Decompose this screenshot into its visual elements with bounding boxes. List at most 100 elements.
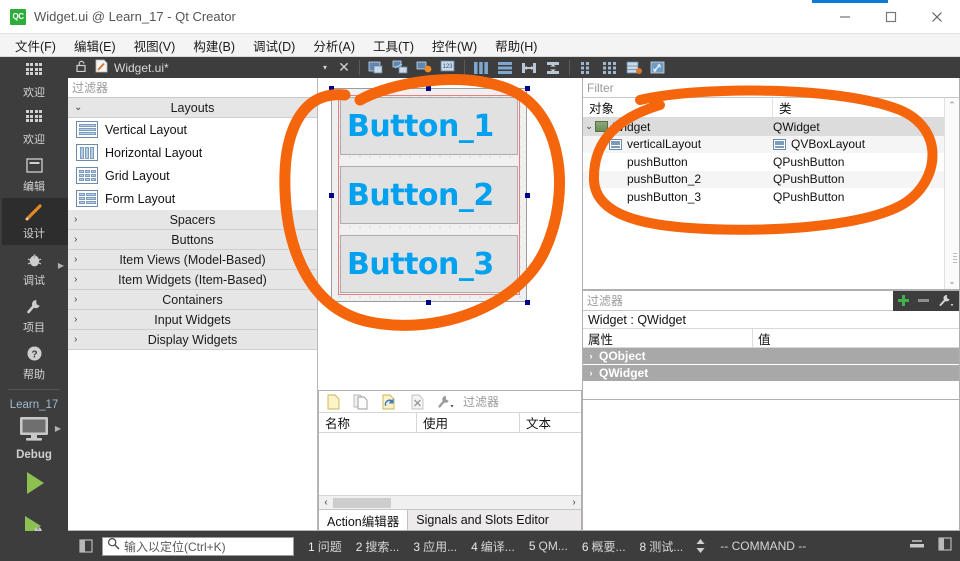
object-row-vertical-layout[interactable]: ⌄ verticalLayout QVBoxLayout <box>583 135 959 153</box>
layout-vertically-tool[interactable] <box>493 57 517 78</box>
close-document-button[interactable]: ✕ <box>333 59 355 76</box>
scroll-grip[interactable] <box>953 253 957 265</box>
configure-icon[interactable] <box>431 391 459 413</box>
edit-tab-order-tool[interactable]: 123 <box>436 57 460 78</box>
adjust-size-tool[interactable] <box>646 57 670 78</box>
mode-welcome-1[interactable]: 欢迎 <box>0 57 68 104</box>
form-editor-canvas[interactable]: Button_1 Button_2 Button_3 <box>318 78 582 390</box>
menu-analyze[interactable]: 分析(A) <box>304 34 364 57</box>
new-action-icon[interactable] <box>319 391 347 413</box>
output-pane-qml[interactable]: 5 QM... <box>529 539 568 553</box>
object-row-widget[interactable]: ⌄ Widget QWidget <box>583 118 959 136</box>
layout-grid-tool[interactable] <box>598 57 622 78</box>
scroll-left-icon[interactable]: ‹ <box>319 497 333 508</box>
action-editor-hscrollbar[interactable]: ‹ › <box>319 495 581 509</box>
chevron-down-icon[interactable]: ⌄ <box>597 139 609 150</box>
object-row-push-button[interactable]: pushButton QPushButton <box>583 153 959 171</box>
output-pane-compile[interactable]: 4 编译... <box>471 538 515 555</box>
configure-icon[interactable] <box>933 290 959 311</box>
sort-arrows-icon[interactable] <box>695 538 706 554</box>
property-editor-body[interactable] <box>582 400 960 531</box>
widget-category-item-widgets[interactable]: › Item Widgets (Item-Based) <box>68 270 317 290</box>
mode-edit[interactable]: 编辑 <box>0 151 68 198</box>
widget-category-display-widgets[interactable]: › Display Widgets <box>68 330 317 350</box>
widget-category-containers[interactable]: › Containers <box>68 290 317 310</box>
layout-form-tool[interactable] <box>574 57 598 78</box>
object-inspector-filter[interactable]: Filter <box>583 78 959 98</box>
resize-handle-right[interactable] <box>525 193 530 198</box>
resize-handle-top-left[interactable] <box>329 86 334 91</box>
resize-handle-left[interactable] <box>329 193 334 198</box>
action-editor-filter[interactable]: 过滤器 <box>459 393 581 410</box>
resize-handle-bottom-left[interactable] <box>329 300 334 305</box>
break-layout-tool[interactable] <box>622 57 646 78</box>
mode-welcome-2[interactable]: 欢迎 <box>0 104 68 151</box>
mode-design[interactable]: 设计 <box>0 198 68 245</box>
layout-splitter-vertical-tool[interactable] <box>541 57 565 78</box>
output-pane-summary[interactable]: 6 概要... <box>582 538 626 555</box>
remove-property-button[interactable] <box>913 290 933 311</box>
copy-action-icon[interactable] <box>347 391 375 413</box>
resize-handle-bottom[interactable] <box>426 300 431 305</box>
object-row-push-button-3[interactable]: pushButton_3 QPushButton <box>583 188 959 206</box>
menu-edit[interactable]: 编辑(E) <box>65 34 125 57</box>
form-push-button-3[interactable]: Button_3 <box>340 235 518 293</box>
form-widget-surface[interactable]: Button_1 Button_2 Button_3 <box>331 88 527 302</box>
chevron-right-icon[interactable]: ▶ <box>55 424 61 433</box>
object-inspector-vscrollbar[interactable]: ⌃ ⌄ <box>944 98 959 289</box>
widget-box-filter[interactable]: 过滤器 <box>68 78 317 98</box>
widget-item-form-layout[interactable]: Form Layout <box>68 187 317 210</box>
widget-category-buttons[interactable]: › Buttons <box>68 230 317 250</box>
property-group-qobject[interactable]: › QObject <box>583 348 959 365</box>
output-pane-application[interactable]: 3 应用... <box>413 538 457 555</box>
resize-handle-top-right[interactable] <box>525 86 530 91</box>
progress-icon[interactable] <box>908 537 926 556</box>
layout-splitter-horizontal-tool[interactable] <box>517 57 541 78</box>
menu-tools[interactable]: 工具(T) <box>364 34 423 57</box>
edit-signals-slots-tool[interactable] <box>388 57 412 78</box>
scroll-up-icon[interactable]: ⌃ <box>945 98 959 113</box>
kit-selector[interactable]: Learn_17 ▶ Debug <box>0 393 68 461</box>
add-property-button[interactable] <box>893 290 913 311</box>
widget-item-horizontal-layout[interactable]: Horizontal Layout <box>68 141 317 164</box>
open-documents-combo[interactable]: Widget.ui* ▾ <box>68 57 333 78</box>
run-button[interactable] <box>0 461 68 505</box>
layout-horizontally-tool[interactable] <box>469 57 493 78</box>
form-push-button-1[interactable]: Button_1 <box>340 97 518 155</box>
scroll-thumb[interactable] <box>333 498 391 508</box>
action-editor-list[interactable] <box>319 433 581 495</box>
resize-handle-top[interactable] <box>426 86 431 91</box>
resize-handle-bottom-right[interactable] <box>525 300 530 305</box>
edit-buddies-tool[interactable] <box>412 57 436 78</box>
output-pane-issues[interactable]: 1 问题 <box>308 538 342 555</box>
locator-input[interactable]: 输入以定位(Ctrl+K) <box>102 536 294 556</box>
scroll-down-icon[interactable]: ⌄ <box>945 274 959 289</box>
close-icon[interactable] <box>914 0 960 33</box>
toggle-output-pane-icon[interactable] <box>938 536 952 556</box>
form-push-button-2[interactable]: Button_2 <box>340 166 518 224</box>
chevron-down-icon[interactable]: ▾ <box>323 63 327 72</box>
widget-category-layouts[interactable]: ⌄ Layouts <box>68 98 317 118</box>
widget-item-grid-layout[interactable]: Grid Layout <box>68 164 317 187</box>
property-group-qwidget[interactable]: › QWidget <box>583 365 959 382</box>
object-row-push-button-2[interactable]: pushButton_2 QPushButton <box>583 170 959 188</box>
edit-widgets-tool[interactable] <box>364 57 388 78</box>
menu-view[interactable]: 视图(V) <box>125 34 185 57</box>
chevron-down-icon[interactable]: ⌄ <box>583 121 595 132</box>
menu-build[interactable]: 构建(B) <box>184 34 244 57</box>
output-pane-test[interactable]: 8 测试... <box>640 538 684 555</box>
menu-help[interactable]: 帮助(H) <box>486 34 546 57</box>
widget-item-vertical-layout[interactable]: Vertical Layout <box>68 118 317 141</box>
output-pane-search[interactable]: 2 搜索... <box>356 538 400 555</box>
tab-action-editor[interactable]: Action编辑器 <box>319 510 409 530</box>
unlock-icon[interactable] <box>76 60 87 75</box>
toggle-sidebar-icon[interactable] <box>76 538 96 554</box>
delete-action-icon[interactable] <box>403 391 431 413</box>
widget-category-spacers[interactable]: › Spacers <box>68 210 317 230</box>
mode-help[interactable]: ? 帮助 <box>0 339 68 386</box>
widget-category-item-views[interactable]: › Item Views (Model-Based) <box>68 250 317 270</box>
scroll-right-icon[interactable]: › <box>567 497 581 508</box>
mode-projects[interactable]: 项目 <box>0 292 68 339</box>
menu-file[interactable]: 文件(F) <box>6 34 65 57</box>
chevron-right-icon[interactable]: ▶ <box>58 261 64 270</box>
